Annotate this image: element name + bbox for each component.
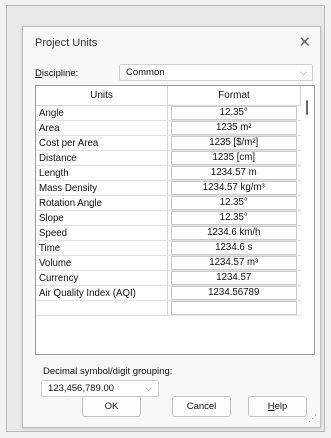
table-row[interactable]: Length 1234.57 m <box>36 165 301 181</box>
format-button[interactable]: 1235 [cm] <box>171 151 297 165</box>
format-cell: 12.35° <box>167 105 301 121</box>
unit-name-cell: Currency <box>36 270 168 286</box>
format-cell: 1235 [cm] <box>167 150 301 166</box>
table-row[interactable]: Rotation Angle 12.35° <box>36 195 301 211</box>
discipline-value: Common <box>126 67 165 78</box>
units-table: Units Format Angle 12.35° Area 1235 m² Cost … <box>35 85 315 355</box>
chevron-down-icon: ⌵ <box>300 67 307 77</box>
unit-name-cell: Time <box>36 240 168 256</box>
format-column-header: Format <box>167 86 301 106</box>
table-row[interactable]: Area 1235 m² <box>36 120 301 136</box>
decimal-grouping-value: 123,456,789.00 <box>48 383 115 394</box>
unit-name-cell: Distance <box>36 150 168 166</box>
format-cell: 12.35° <box>167 195 301 211</box>
scrollbar-thumb[interactable] <box>306 100 308 115</box>
unit-name-cell: Rotation Angle <box>36 195 168 211</box>
help-button[interactable]: Help <box>248 396 307 417</box>
vertical-scrollbar[interactable] <box>302 86 314 354</box>
unit-name-cell: Volume <box>36 255 168 271</box>
table-row[interactable]: Volume 1234.57 m³ <box>36 255 301 271</box>
format-button[interactable]: 1235 m² <box>171 121 297 135</box>
discipline-label: Discipline: <box>35 68 79 79</box>
unit-name-cell: Speed <box>36 225 168 241</box>
format-cell <box>167 300 301 316</box>
format-button[interactable] <box>171 301 297 315</box>
discipline-dropdown[interactable]: Common ⌵ <box>119 64 313 81</box>
format-button[interactable]: 12.35° <box>171 106 297 120</box>
close-icon[interactable]: ✕ <box>298 33 311 51</box>
unit-name-cell: Angle <box>36 105 168 121</box>
table-row[interactable]: Angle 12.35° <box>36 105 301 121</box>
table-row[interactable]: Time 1234.6 s <box>36 240 301 256</box>
project-units-dialog: Project Units ✕ Discipline: Common ⌵ Uni… <box>22 26 321 428</box>
table-row[interactable]: Air Quality Index (AQI) 1234.56789 <box>36 285 301 301</box>
unit-name-cell: Air Quality Index (AQI) <box>36 285 168 301</box>
title-bar: Project Units ✕ <box>23 27 320 55</box>
cancel-button[interactable]: Cancel <box>172 396 231 417</box>
unit-name-cell: Mass Density <box>36 180 168 196</box>
decimal-grouping-label: Decimal symbol/digit grouping: <box>43 366 173 377</box>
format-cell: 1234.6 s <box>167 240 301 256</box>
table-row[interactable]: Slope 12.35° <box>36 210 301 226</box>
table-row[interactable] <box>36 300 301 316</box>
unit-name-cell: Area <box>36 120 168 136</box>
unit-name-cell: Cost per Area <box>36 135 168 151</box>
unit-name-cell: Length <box>36 165 168 181</box>
table-row[interactable]: Speed 1234.6 km/h <box>36 225 301 241</box>
unit-name-cell: Slope <box>36 210 168 226</box>
format-cell: 1234.57 m³ <box>167 255 301 271</box>
format-cell: 1234.57 <box>167 270 301 286</box>
format-cell: 1234.57 m <box>167 165 301 181</box>
format-cell: 1234.56789 <box>167 285 301 301</box>
unit-name-cell <box>36 300 168 316</box>
format-button[interactable]: 12.35° <box>171 211 297 225</box>
ok-button[interactable]: OK <box>82 396 141 417</box>
table-row[interactable]: Distance 1235 [cm] <box>36 150 301 166</box>
format-cell: 1235 m² <box>167 120 301 136</box>
table-row[interactable]: Cost per Area 1235 [$/m²] <box>36 135 301 151</box>
format-button[interactable]: 12.35° <box>171 196 297 210</box>
format-cell: 1234.6 km/h <box>167 225 301 241</box>
resize-grip-icon[interactable]: ⋰ <box>308 413 317 424</box>
format-button[interactable]: 1234.57 m³ <box>171 256 297 270</box>
dialog-title: Project Units <box>35 37 98 49</box>
format-button[interactable]: 1235 [$/m²] <box>171 136 297 150</box>
format-button[interactable]: 1234.57 <box>171 271 297 285</box>
table-header-row: Units Format <box>36 86 301 106</box>
format-button[interactable]: 1234.56789 <box>171 286 297 300</box>
table-row[interactable]: Currency 1234.57 <box>36 270 301 286</box>
format-button[interactable]: 1234.57 m <box>171 166 297 180</box>
chevron-down-icon: ⌵ <box>145 383 152 393</box>
format-button[interactable]: 1234.6 km/h <box>171 226 297 240</box>
format-cell: 1235 [$/m²] <box>167 135 301 151</box>
format-cell: 12.35° <box>167 210 301 226</box>
format-button[interactable]: 1234.57 kg/m³ <box>171 181 297 195</box>
format-button[interactable]: 1234.6 s <box>171 241 297 255</box>
units-column-header: Units <box>36 86 168 106</box>
decimal-grouping-dropdown[interactable]: 123,456,789.00 ⌵ <box>41 380 159 397</box>
format-cell: 1234.57 kg/m³ <box>167 180 301 196</box>
table-row[interactable]: Mass Density 1234.57 kg/m³ <box>36 180 301 196</box>
